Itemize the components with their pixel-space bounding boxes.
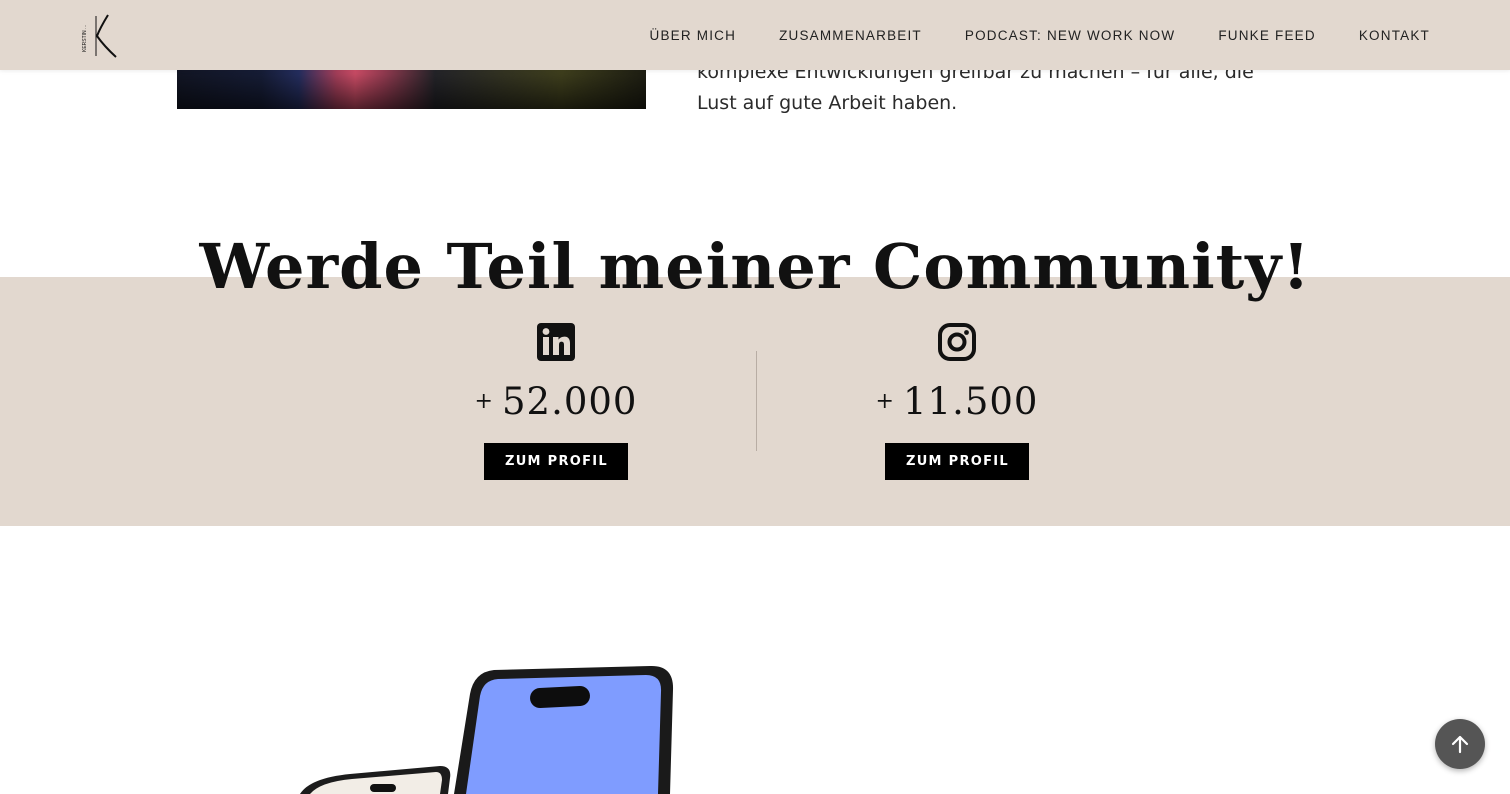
- count-value: 52.000: [501, 380, 638, 423]
- linkedin-follower-count: +52.000: [446, 380, 666, 423]
- scroll-to-top-button[interactable]: [1435, 719, 1485, 769]
- linkedin-icon[interactable]: [536, 322, 576, 362]
- divider: [756, 351, 757, 451]
- logo[interactable]: KERSTIN ...: [82, 12, 122, 60]
- nav-item-kontakt[interactable]: KONTAKT: [1359, 28, 1430, 43]
- instagram-icon[interactable]: [937, 322, 977, 362]
- instagram-follower-count: +11.500: [847, 380, 1067, 423]
- plus-sign: +: [474, 389, 494, 414]
- linkedin-block: +52.000 ZUM PROFIL: [446, 322, 666, 480]
- instagram-block: +11.500 ZUM PROFIL: [847, 322, 1067, 480]
- community-band: [0, 277, 1510, 526]
- phones-illustration: [300, 665, 674, 794]
- community-title: Werde Teil meiner Community!: [199, 230, 1311, 303]
- plus-sign: +: [875, 389, 895, 414]
- nav-item-zusammenarbeit[interactable]: ZUSAMMENARBEIT: [779, 28, 922, 43]
- main-nav: ÜBER MICH ZUSAMMENARBEIT PODCAST: NEW WO…: [650, 0, 1431, 70]
- arrow-up-icon: [1451, 735, 1469, 754]
- site-header: KERSTIN ... ÜBER MICH ZUSAMMENARBEIT POD…: [0, 0, 1510, 70]
- svg-text:KERSTIN ...: KERSTIN ...: [82, 25, 88, 52]
- nav-item-funke-feed[interactable]: FUNKE FEED: [1218, 28, 1316, 43]
- linkedin-profile-button[interactable]: ZUM PROFIL: [483, 443, 629, 480]
- nav-item-podcast[interactable]: PODCAST: NEW WORK NOW: [965, 28, 1175, 43]
- count-value: 11.500: [902, 380, 1039, 423]
- nav-item-ueber-mich[interactable]: ÜBER MICH: [650, 28, 737, 43]
- instagram-profile-button[interactable]: ZUM PROFIL: [884, 443, 1030, 480]
